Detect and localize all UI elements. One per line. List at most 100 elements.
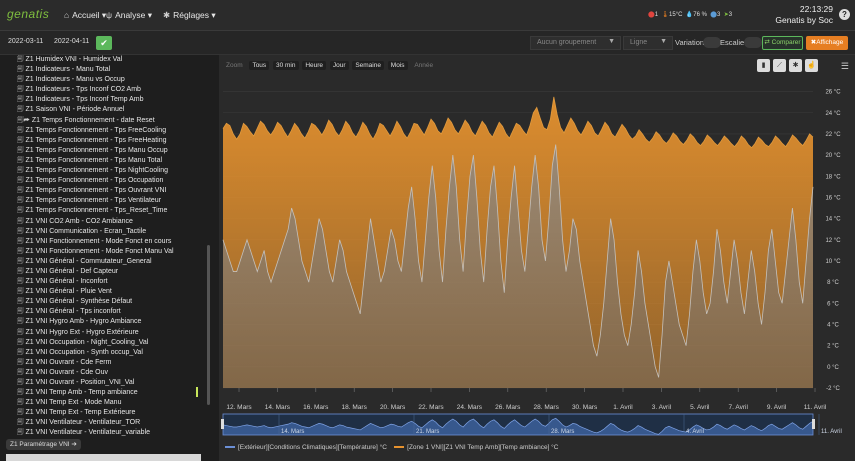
date-end[interactable]: 2022-04-11 bbox=[54, 38, 89, 45]
x-tick-label: 28. Mars bbox=[534, 404, 560, 411]
tree-item-label: Z1 Temps Fonctionnement - Tps FreeCoolin… bbox=[25, 126, 167, 134]
grouping-select[interactable]: Aucun groupement ▼ bbox=[530, 36, 621, 50]
tree-item[interactable]: 🗐 Z1 VNI Fonctionnement - Mode Fonct en c… bbox=[0, 237, 205, 247]
tree-item[interactable]: 🗐 Z1 Indicateurs - Manu Total bbox=[0, 65, 205, 75]
display-button[interactable]: ✖Affichage bbox=[806, 36, 848, 50]
tree-item[interactable]: 🗐 Z1 VNI Général - Commutateur_General bbox=[0, 257, 205, 267]
tree-item[interactable]: 🗐 Z1 Indicateurs - Manu vs Occup bbox=[0, 75, 205, 85]
tree-item[interactable]: 🗐 Z1 VNI Ventilateur - Ventilateur_variab… bbox=[0, 428, 205, 438]
chevron-down-icon: ▾ bbox=[211, 10, 216, 20]
tree-item[interactable]: 🗐 Z1 Temps Fonctionnement - Tps_Reset_Tim… bbox=[0, 206, 205, 216]
x-tick-label: 12. Mars bbox=[226, 404, 252, 411]
tree-item[interactable]: 🗐 Z1 VNI Fonctionnement - Mode Fonct Manu… bbox=[0, 247, 205, 257]
y-tick-label: 8 °C bbox=[827, 280, 839, 286]
chart-type-value: Ligne bbox=[630, 39, 648, 46]
document-icon: 🗐 bbox=[17, 267, 24, 275]
tree-item[interactable]: 🗐 Z1 Temps Fonctionnement - Tps Occupatio… bbox=[0, 176, 205, 186]
tree-item[interactable]: 🗐➦ Z1 Temps Fonctionnement - date Reset bbox=[0, 116, 205, 126]
compare-button[interactable]: ⇄ Comparer bbox=[762, 36, 803, 50]
menu-accueil[interactable]: ⌂ Accueil ▾ bbox=[64, 10, 106, 21]
stairs-toggle[interactable] bbox=[744, 37, 762, 48]
tree-item-label: Z1 VNI Temp Amb - Temp ambiance bbox=[25, 389, 138, 397]
tree-item[interactable]: 🗐 Z1 Temps Fonctionnement - Tps Manu Occu… bbox=[0, 146, 205, 156]
legend-item-zone1[interactable]: [Zone 1 VNI][Z1 VNI Temp Amb][Temp ambia… bbox=[394, 444, 558, 451]
tree-item[interactable]: 🗐 Z1 Temps Fonctionnement - Tps NightCool… bbox=[0, 166, 205, 176]
menu-reglages[interactable]: ✱ Réglages ▾ bbox=[163, 10, 216, 21]
variation-toggle[interactable] bbox=[703, 37, 721, 48]
tree-item-label: Z1 Temps Fonctionnement - Tps_Reset_Time bbox=[25, 207, 168, 215]
caret-down-icon: ▼ bbox=[608, 38, 615, 45]
tree-item[interactable]: 🗐 Z1 Humidex VNI - Humidex Val bbox=[0, 55, 205, 65]
arrow-right-icon: ➔ bbox=[71, 441, 77, 448]
temperature-chart[interactable]: 26 °C 24 °C 22 °C 20 °C 18 °C 16 °C 14 °C 12 °C… bbox=[219, 55, 855, 461]
legend-item-exterior[interactable]: [Extérieur][Conditions Climatiques][Temp… bbox=[225, 444, 387, 451]
document-icon: 🗐 bbox=[17, 419, 24, 427]
tree-item[interactable]: 🗐 Z1 VNI Ouvrant - Cde Ouv bbox=[0, 368, 205, 378]
tree-item[interactable]: 🗐 Z1 Saison VNI - Période Annuel bbox=[0, 105, 205, 115]
tree-item[interactable]: 🗐 Z1 Temps Fonctionnement - Tps FreeCooli… bbox=[0, 126, 205, 136]
tree-item[interactable]: 🗐 Z1 Temps Fonctionnement - Tps Ouvrant V… bbox=[0, 186, 205, 196]
tree-item-label: Z1 VNI Général - Tps inconfort bbox=[25, 308, 121, 316]
tree-item[interactable]: 🗐 Z1 VNI Occupation - Synth occup_Val bbox=[0, 348, 205, 358]
tree-item[interactable]: 🗐 Z1 VNI Temp Ext - Mode Manu bbox=[0, 398, 205, 408]
navigator-handle-left[interactable] bbox=[221, 419, 224, 429]
tree-item[interactable]: 🗐 Z1 VNI Temp Amb - Temp ambiance bbox=[0, 388, 205, 398]
tree-item-label: Z1 Temps Fonctionnement - Tps NightCooli… bbox=[25, 167, 169, 175]
tree-item[interactable]: 🗐 Z1 VNI Général - Inconfort bbox=[0, 277, 205, 287]
tree-item[interactable]: 🗐 Z1 Temps Fonctionnement - Tps Ventilate… bbox=[0, 196, 205, 206]
tree-item-label: Z1 VNI Général - Def Capteur bbox=[25, 267, 119, 275]
tree-item[interactable]: 🗐 Z1 VNI Temp Ext - Temp Extérieure bbox=[0, 408, 205, 418]
x-tick-label: 7. Avril bbox=[729, 404, 749, 411]
document-icon: 🗐 bbox=[17, 86, 24, 94]
sidebar-scrollbar[interactable] bbox=[207, 245, 210, 405]
document-icon: 🗐 bbox=[17, 237, 24, 245]
tree-item[interactable]: 🗐 Z1 VNI Ventilateur - Ventilateur_TOR bbox=[0, 418, 205, 428]
user-name[interactable]: Genatis by Soc bbox=[753, 15, 833, 26]
horizontal-scrollbar[interactable] bbox=[6, 454, 201, 461]
navigator-date-label: 4. Avril bbox=[686, 429, 704, 435]
document-icon: 🗐 bbox=[17, 358, 24, 366]
clock-time: 22:13:29 bbox=[799, 4, 833, 14]
menu-analyse[interactable]: ψ Analyse ▾ bbox=[106, 10, 152, 21]
document-icon: 🗐 bbox=[17, 429, 24, 437]
tree-item-label: Z1 VNI Général - Pluie Vent bbox=[25, 288, 112, 296]
tree-item[interactable]: 🗐 Z1 Temps Fonctionnement - Tps FreeHeati… bbox=[0, 136, 205, 146]
date-start[interactable]: 2022-03-11 bbox=[8, 38, 43, 45]
tree-item[interactable]: 🗐 Z1 Indicateurs - Tps Inconf CO2 Amb bbox=[0, 85, 205, 95]
tree-item-label: Z1 Temps Fonctionnement - Tps Occupation bbox=[25, 177, 164, 185]
document-icon: 🗐 bbox=[17, 288, 24, 296]
tree-item[interactable]: 🗐 Z1 VNI CO2 Amb - CO2 Ambiance bbox=[0, 217, 205, 227]
tree-item[interactable]: 🗐 Z1 VNI Hygro Ext - Hygro Extérieure bbox=[0, 328, 205, 338]
tree-item[interactable]: 🗐 Z1 Temps Fonctionnement - Tps Manu Tota… bbox=[0, 156, 205, 166]
tree-item[interactable]: 🗐 Z1 VNI Général - Synthèse Défaut bbox=[0, 297, 205, 307]
tree-item[interactable]: 🗐 Z1 VNI Général - Def Capteur bbox=[0, 267, 205, 277]
blue-indicator-icon: ⬤ bbox=[710, 12, 718, 18]
tree-item[interactable]: 🗐 Z1 VNI Ouvrant - Cde Ferm bbox=[0, 358, 205, 368]
tree-item[interactable]: 🗐 Z1 VNI Général - Pluie Vent bbox=[0, 287, 205, 297]
document-icon: 🗐 bbox=[17, 379, 24, 386]
tree-item[interactable]: 🗐 Z1 VNI Général - Tps inconfort bbox=[0, 307, 205, 317]
tree-item[interactable]: 🗐 Z1 VNI Communication - Ecran_Tactile bbox=[0, 227, 205, 237]
tree-item-label: Z1 VNI Général - Commutateur_General bbox=[25, 257, 152, 265]
x-tick-label: 14. Mars bbox=[265, 404, 291, 411]
tree-item-label: Z1 VNI Fonctionnement - Mode Fonct en co… bbox=[25, 237, 172, 245]
tree-item-label: Z1 Indicateurs - Manu Total bbox=[25, 66, 111, 74]
document-icon: 🗐 bbox=[17, 136, 24, 144]
y-tick-label: 10 °C bbox=[825, 259, 841, 265]
tree-item-label: Z1 Indicateurs - Tps Inconf Temp Amb bbox=[25, 96, 144, 104]
tree-item-label: Z1 Humidex VNI - Humidex Val bbox=[25, 56, 123, 63]
status-indicators[interactable]: ⬤1 🌡15°C 💧76 % ⬤3 ➤3 bbox=[648, 11, 732, 18]
datapoint-tree: 🗐 Z1 Humidex VNI - Humidex Val 🗐 Z1 Indicat… bbox=[0, 55, 218, 461]
tree-item[interactable]: 🗐 Z1 VNI Ouvrant - Position_VNI_Val bbox=[0, 378, 205, 388]
tree-item[interactable]: 🗐 Z1 Indicateurs - Tps Inconf Temp Amb bbox=[0, 95, 205, 105]
navigator-handle-right[interactable] bbox=[812, 419, 815, 429]
genatis-logo[interactable]: genatis bbox=[7, 7, 49, 21]
help-icon[interactable]: ? bbox=[839, 9, 850, 20]
tree-item[interactable]: 🗐 Z1 VNI Hygro Amb - Hygro Ambiance bbox=[0, 317, 205, 327]
tree-item[interactable]: 🗐 Z1 VNI Occupation - Night_Cooling_Val bbox=[0, 338, 205, 348]
chart-type-select[interactable]: Ligne ▼ bbox=[623, 36, 673, 50]
menu-accueil-label: Accueil bbox=[72, 10, 100, 20]
apply-dates-button[interactable]: ✔ bbox=[96, 36, 112, 50]
param-group-tag[interactable]: Z1 Paramétrage VNI ➔ bbox=[6, 439, 81, 450]
y-tick-label: 20 °C bbox=[825, 153, 841, 159]
